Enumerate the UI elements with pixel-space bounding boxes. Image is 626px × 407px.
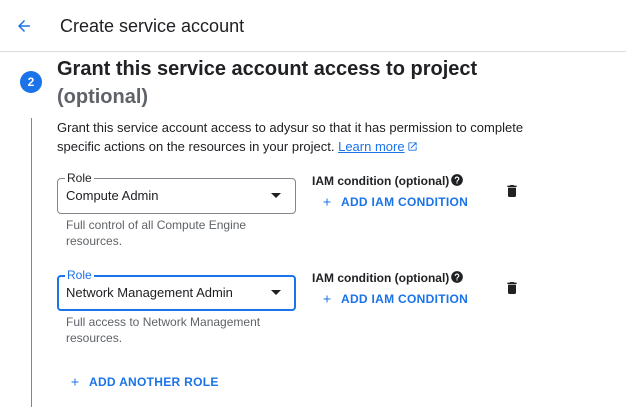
delete-role-button-2[interactable] xyxy=(503,279,521,297)
role-selected-value: Compute Admin xyxy=(66,188,159,203)
trash-icon xyxy=(507,282,517,294)
role-field-label: Role xyxy=(65,171,94,185)
step-subtitle: (optional) xyxy=(57,86,149,108)
iam-condition-label-2: IAM condition (optional) xyxy=(312,271,450,285)
role-field-label: Role xyxy=(65,268,94,282)
plus-icon xyxy=(323,295,331,303)
external-link-icon xyxy=(407,142,417,151)
page-title: Create service account xyxy=(60,16,245,36)
dropdown-arrow-icon xyxy=(271,290,281,295)
trash-icon xyxy=(507,185,517,197)
create-service-account-page: Create service account 2 Grant this serv… xyxy=(0,0,626,407)
step-title: Grant this service account access to pro… xyxy=(57,58,478,80)
add-iam-condition-button-2[interactable]: ADD IAM CONDITION xyxy=(321,292,468,306)
step-number-badge: 2 xyxy=(20,71,42,93)
role-description-1: Full control of all Compute Engine resou… xyxy=(66,218,247,248)
add-another-role-label: ADD ANOTHER ROLE xyxy=(89,375,219,389)
role-selected-value: Network Management Admin xyxy=(66,285,233,300)
delete-role-button-1[interactable] xyxy=(503,182,521,200)
iam-condition-label-1: IAM condition (optional) xyxy=(312,174,450,188)
help-icon[interactable] xyxy=(450,173,464,187)
arrow-back-icon xyxy=(18,20,30,32)
step-connector-line xyxy=(31,118,32,407)
dropdown-arrow-icon xyxy=(271,193,281,198)
help-icon[interactable] xyxy=(450,270,464,284)
add-iam-condition-button-1[interactable]: ADD IAM CONDITION xyxy=(321,195,468,209)
back-button[interactable] xyxy=(10,12,38,40)
role-select-1[interactable]: Role Compute Admin xyxy=(57,171,296,214)
role-description-2: Full access to Network Management resour… xyxy=(66,315,261,345)
role-select-2[interactable]: Role Network Management Admin xyxy=(57,268,296,311)
page-header: Create service account xyxy=(0,0,626,52)
learn-more-link[interactable]: Learn more xyxy=(338,139,417,154)
add-iam-condition-label: ADD IAM CONDITION xyxy=(341,195,469,209)
add-iam-condition-label: ADD IAM CONDITION xyxy=(341,292,469,306)
add-another-role-button[interactable]: ADD ANOTHER ROLE xyxy=(69,375,219,389)
plus-icon xyxy=(323,198,331,206)
step-description: Grant this service account access to ady… xyxy=(57,118,557,156)
learn-more-label: Learn more xyxy=(338,139,405,154)
plus-icon xyxy=(71,378,79,386)
description-text: Grant this service account access to ady… xyxy=(57,120,524,154)
